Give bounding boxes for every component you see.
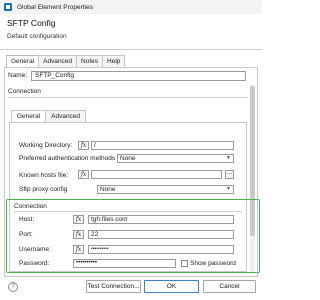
connection-divider (14, 211, 242, 212)
name-label: Name: (8, 72, 28, 79)
outer-tab-bar: General Advanced Notes Help (6, 55, 126, 68)
inner-tab-advanced[interactable]: Advanced (45, 110, 87, 122)
preferred-auth-label: Preferred authentication methods (19, 155, 116, 162)
dialog-subtitle: Default configuration (7, 33, 67, 40)
preferred-auth-value: None (120, 155, 136, 162)
tab-help[interactable]: Help (102, 55, 126, 67)
window-title: Global Element Properties (17, 3, 93, 11)
preferred-auth-select[interactable]: None ▼ (117, 154, 234, 163)
browse-button[interactable]: ... (225, 170, 234, 179)
connection-group-label: Connection (14, 203, 47, 210)
known-hosts-input[interactable] (91, 170, 222, 179)
fx-icon[interactable]: fx (78, 170, 89, 179)
proxy-value: None (100, 186, 116, 193)
chevron-down-icon: ▼ (226, 186, 231, 192)
name-input[interactable]: SFTP_Config (31, 71, 246, 81)
working-directory-input[interactable]: / (91, 141, 234, 150)
tab-notes[interactable]: Notes (76, 55, 104, 67)
password-input[interactable]: •••••••••• (73, 259, 176, 268)
show-password-checkbox[interactable] (181, 260, 188, 267)
known-hosts-label: Known hosts file: (19, 172, 69, 179)
section-divider (8, 97, 248, 98)
help-icon[interactable]: ? (8, 282, 18, 292)
title-bar: Global Element Properties (0, 0, 262, 14)
fx-icon[interactable]: fx (73, 215, 84, 224)
fx-icon[interactable]: fx (73, 245, 84, 254)
dialog-title: SFTP Config (7, 18, 56, 28)
host-input[interactable]: tgh.files.com (88, 215, 234, 224)
dialog-header: SFTP Config Default configuration (0, 14, 262, 50)
connection-section-label: Connection (8, 88, 41, 95)
ok-button[interactable]: OK (144, 280, 199, 293)
port-label: Port: (19, 231, 33, 238)
cancel-button[interactable]: Cancel (203, 280, 256, 293)
test-connection-button[interactable]: Test Connection... (86, 280, 141, 293)
host-label: Host: (19, 216, 35, 223)
working-directory-label: Working Directory: (19, 142, 73, 149)
password-label: Password: (19, 260, 50, 267)
proxy-select[interactable]: None ▼ (97, 185, 234, 194)
inner-tab-bar: General Advanced (11, 110, 87, 123)
fx-icon[interactable]: fx (78, 141, 89, 150)
fx-icon[interactable]: fx (73, 230, 84, 239)
chevron-down-icon: ▼ (226, 155, 231, 161)
app-icon (4, 3, 12, 11)
username-label: Username: (19, 246, 51, 253)
username-input[interactable]: •••••••••• (88, 245, 234, 254)
port-input[interactable]: 22 (88, 230, 234, 239)
tab-advanced[interactable]: Advanced (38, 55, 78, 67)
show-password-label: Show password (190, 260, 236, 267)
proxy-label: Sftp proxy config (19, 186, 68, 193)
